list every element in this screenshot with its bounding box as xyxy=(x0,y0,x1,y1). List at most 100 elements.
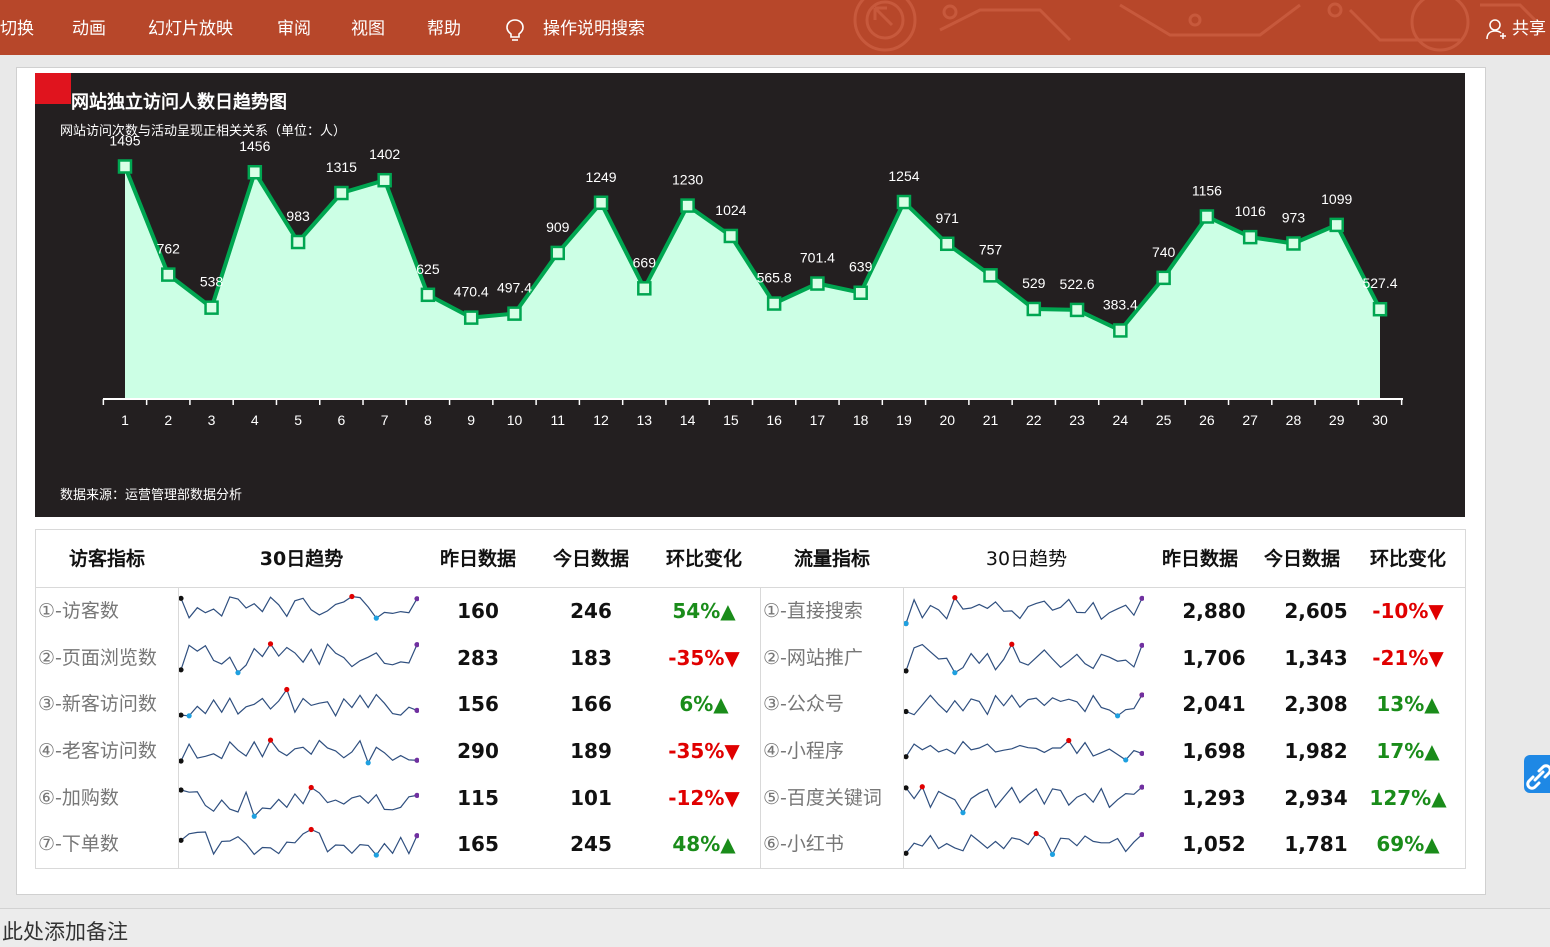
sparkline-path xyxy=(180,786,418,818)
visitor-today-value: 245 xyxy=(570,832,612,856)
header-change-right: 环比变化 xyxy=(1369,548,1446,570)
traffic-change-value: 69%▲ xyxy=(1376,832,1440,856)
link-icon[interactable] xyxy=(1524,755,1550,793)
traffic-today-value: 1,781 xyxy=(1284,832,1348,856)
sparkline-high-point xyxy=(267,737,274,743)
x-tick-label: 8 xyxy=(424,412,432,428)
header-today-right: 今日数据 xyxy=(1263,548,1340,570)
data-point-marker xyxy=(247,164,263,180)
traffic-sparkline xyxy=(904,595,1144,627)
visitor-change-value: 48%▲ xyxy=(672,832,736,856)
data-label: 1402 xyxy=(369,146,400,162)
data-label: 522.6 xyxy=(1060,276,1095,292)
visitor-metric-name: ⑦-下单数 xyxy=(38,833,119,855)
data-label: 701.4 xyxy=(800,250,835,266)
visitor-today-value: 246 xyxy=(570,599,612,623)
x-tick-label: 22 xyxy=(1026,412,1042,428)
sparkline-high-point xyxy=(919,784,925,790)
x-tick-label: 15 xyxy=(723,412,739,428)
x-tick-label: 30 xyxy=(1372,412,1388,428)
metrics-table: 访客指标 30日趋势 昨日数据 今日数据 环比变化 流量指标 30日趋势 昨日数… xyxy=(35,529,1466,869)
data-point-marker xyxy=(810,276,825,291)
traffic-today-value: 1,982 xyxy=(1284,739,1348,763)
sparkline-low-point xyxy=(952,670,958,676)
tab-review[interactable]: 审阅 xyxy=(277,18,311,40)
sparkline-high-point xyxy=(952,595,958,601)
traffic-today-value: 2,605 xyxy=(1284,599,1348,623)
x-tick-label: 16 xyxy=(766,412,782,428)
x-tick-label: 7 xyxy=(381,412,389,428)
sparkline-path xyxy=(905,739,1143,761)
visitor-metric-name: ④-老客访问数 xyxy=(38,740,157,762)
data-label: 1495 xyxy=(109,132,140,148)
data-label: 1456 xyxy=(239,138,270,154)
sparkline-path xyxy=(905,832,1143,856)
sparkline-first-point xyxy=(179,667,184,673)
visitor-sparkline xyxy=(179,826,419,858)
sparkline-path xyxy=(905,642,1143,674)
data-label: 1254 xyxy=(888,168,919,184)
data-point-marker xyxy=(334,185,349,201)
traffic-metric-name: ③-公众号 xyxy=(763,693,844,715)
sparkline-low-point xyxy=(235,670,241,676)
sparkline-high-point xyxy=(308,784,314,791)
notes-pane[interactable]: 此处添加备注 xyxy=(0,908,1550,947)
x-tick-label: 18 xyxy=(853,412,869,428)
notes-placeholder[interactable]: 此处添加备注 xyxy=(2,919,128,945)
data-point-marker xyxy=(550,245,566,261)
data-label: 973 xyxy=(1282,209,1306,225)
header-divider xyxy=(36,587,1465,588)
x-tick-label: 5 xyxy=(294,412,302,428)
data-point-marker xyxy=(1113,323,1128,338)
sparkline-last-point xyxy=(414,757,419,763)
header-30day-trend-left: 30日趋势 xyxy=(259,548,344,570)
person-icon xyxy=(1486,19,1506,40)
traffic-yesterday-value: 1,052 xyxy=(1182,832,1246,856)
data-point-marker xyxy=(161,267,176,282)
chart-subtitle: 网站访问次数与活动呈现正相关关系（单位：人） xyxy=(60,123,346,138)
x-tick-label: 21 xyxy=(983,412,999,428)
visitor-sparkline xyxy=(179,593,419,621)
sparkline-low-point xyxy=(904,620,909,627)
traffic-sparkline xyxy=(904,737,1144,763)
ribbon: 切换 动画 幻灯片放映 审阅 视图 帮助 操作说明搜索 共享 xyxy=(0,0,1550,55)
title-accent-block xyxy=(35,73,71,104)
data-label: 625 xyxy=(416,261,440,277)
share-button[interactable]: 共享 xyxy=(1486,18,1546,40)
sparkline-last-point xyxy=(1139,750,1144,757)
sparkline-low-point xyxy=(1049,851,1056,857)
header-visitor-metric: 访客指标 xyxy=(68,548,145,570)
tab-transitions[interactable]: 切换 xyxy=(0,18,34,40)
x-tick-label: 4 xyxy=(251,412,259,428)
data-point-marker xyxy=(766,296,782,311)
sparkline-high-point xyxy=(1066,737,1072,744)
sparkline-low-point xyxy=(373,615,379,621)
chart-source-note: 数据来源：运营管理部数据分析 xyxy=(60,487,242,502)
sparkline-path xyxy=(905,694,1143,717)
tab-animations[interactable]: 动画 xyxy=(72,18,106,40)
traffic-yesterday-value: 1,706 xyxy=(1182,646,1246,670)
visitor-today-value: 189 xyxy=(570,739,612,763)
traffic-metric-name: ①-直接搜索 xyxy=(763,600,863,622)
tab-view[interactable]: 视图 xyxy=(351,18,385,40)
data-label: 527.4 xyxy=(1362,275,1397,291)
tab-help[interactable]: 帮助 xyxy=(427,18,461,40)
data-label: 1156 xyxy=(1192,182,1222,198)
sparkline-low-point xyxy=(960,810,966,816)
data-point-marker xyxy=(507,306,522,321)
data-point-marker xyxy=(983,268,998,283)
tell-me-search[interactable]: 操作说明搜索 xyxy=(543,18,645,40)
sparkline-high-point xyxy=(1009,641,1015,647)
data-label: 1249 xyxy=(585,169,616,185)
data-label: 497.4 xyxy=(497,280,532,296)
tab-slideshow[interactable]: 幻灯片放映 xyxy=(148,18,233,40)
data-label: 762 xyxy=(157,241,181,257)
sparkline-first-point xyxy=(904,754,909,760)
traffic-change-value: 17%▲ xyxy=(1376,739,1440,763)
traffic-today-value: 2,934 xyxy=(1284,786,1348,810)
sparkline-high-point xyxy=(267,641,274,647)
sparkline-low-point xyxy=(365,760,371,766)
x-tick-label: 3 xyxy=(208,412,216,428)
data-point-marker xyxy=(1199,209,1215,224)
area-fill xyxy=(125,166,1380,399)
